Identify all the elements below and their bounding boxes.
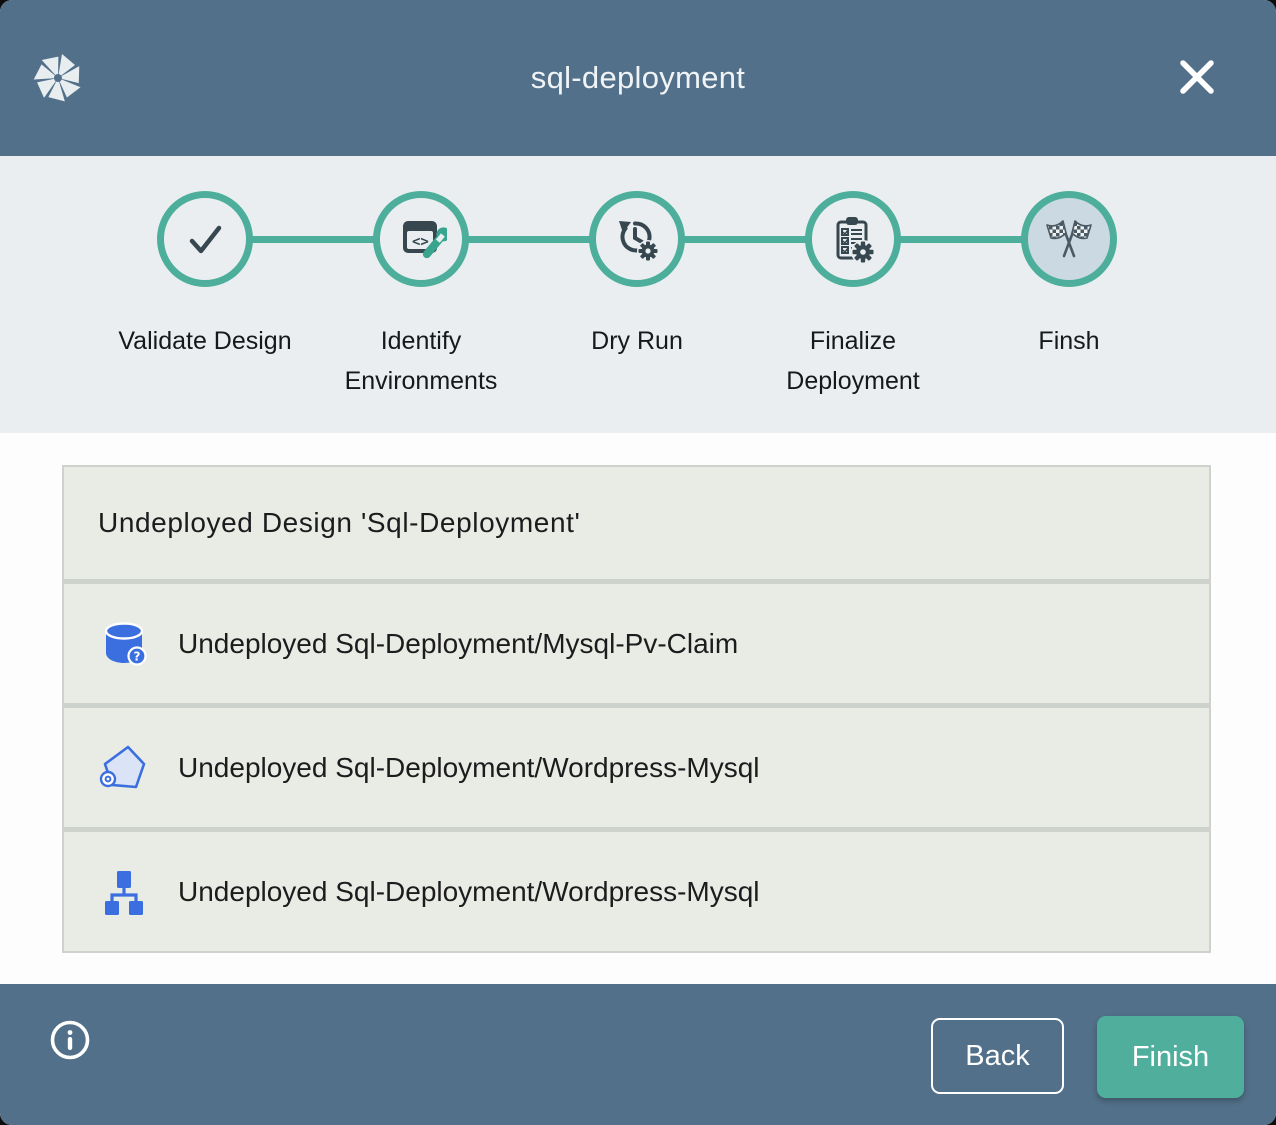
message-row-wordpress-mysql-service[interactable]: Undeployed Sql-Deployment/Wordpress-Mysq… xyxy=(64,708,1209,827)
message-text: Undeployed Sql-Deployment/Mysql-Pv-Claim xyxy=(178,628,738,660)
info-icon xyxy=(49,1019,91,1061)
wizard-stepper: Validate Design <> Identify Environments xyxy=(0,156,1276,433)
history-gear-icon xyxy=(611,213,663,265)
svg-text:<>: <> xyxy=(412,234,429,250)
check-icon xyxy=(180,214,230,264)
close-icon xyxy=(1177,57,1217,97)
step-finalize-deployment: Finalize Deployment xyxy=(745,191,961,401)
database-icon: ? xyxy=(98,618,150,670)
message-row-design[interactable]: Undeployed Design 'Sql-Deployment' xyxy=(64,467,1209,579)
step-circle-1 xyxy=(157,191,253,287)
checkered-flags-icon xyxy=(1042,212,1096,266)
step-label: Finsh xyxy=(961,321,1177,361)
deployment-wizard-dialog: sql-deployment Validate Design xyxy=(0,0,1276,1125)
step-label: Validate Design xyxy=(97,321,313,361)
svg-text:?: ? xyxy=(134,649,141,663)
step-label: Finalize Deployment xyxy=(745,321,961,401)
message-row-wordpress-mysql-deployment[interactable]: Undeployed Sql-Deployment/Wordpress-Mysq… xyxy=(64,832,1209,951)
step-circle-5 xyxy=(1021,191,1117,287)
step-circle-2: <> xyxy=(373,191,469,287)
message-row-mysql-pv-claim[interactable]: ? Undeployed Sql-Deployment/Mysql-Pv-Cla… xyxy=(64,584,1209,703)
dialog-header: sql-deployment xyxy=(0,0,1276,156)
step-label: Identify Environments xyxy=(313,321,529,401)
pentagon-service-icon xyxy=(98,742,150,794)
step-finish: Finsh xyxy=(961,191,1177,361)
code-window-wrench-icon: <> xyxy=(395,213,447,265)
info-button[interactable] xyxy=(48,1018,92,1062)
message-text: Undeployed Sql-Deployment/Wordpress-Mysq… xyxy=(178,752,760,784)
step-identify-environments: <> Identify Environments xyxy=(313,191,529,401)
step-validate-design: Validate Design xyxy=(97,191,313,361)
close-button[interactable] xyxy=(1166,46,1228,108)
step-circle-3 xyxy=(589,191,685,287)
step-circle-4 xyxy=(805,191,901,287)
dialog-title: sql-deployment xyxy=(0,0,1276,156)
message-text: Undeployed Design 'Sql-Deployment' xyxy=(98,507,580,539)
back-button[interactable]: Back xyxy=(931,1018,1064,1094)
deployment-messages-list: Undeployed Design 'Sql-Deployment' ? Und… xyxy=(62,465,1211,953)
step-label: Dry Run xyxy=(529,321,745,361)
dialog-footer: Back Finish xyxy=(0,984,1276,1125)
message-text: Undeployed Sql-Deployment/Wordpress-Mysq… xyxy=(178,876,760,908)
results-content: Undeployed Design 'Sql-Deployment' ? Und… xyxy=(0,433,1276,984)
deployment-tree-icon xyxy=(98,866,150,918)
finish-button[interactable]: Finish xyxy=(1097,1016,1244,1098)
step-dry-run: Dry Run xyxy=(529,191,745,361)
clipboard-gear-icon xyxy=(827,213,879,265)
